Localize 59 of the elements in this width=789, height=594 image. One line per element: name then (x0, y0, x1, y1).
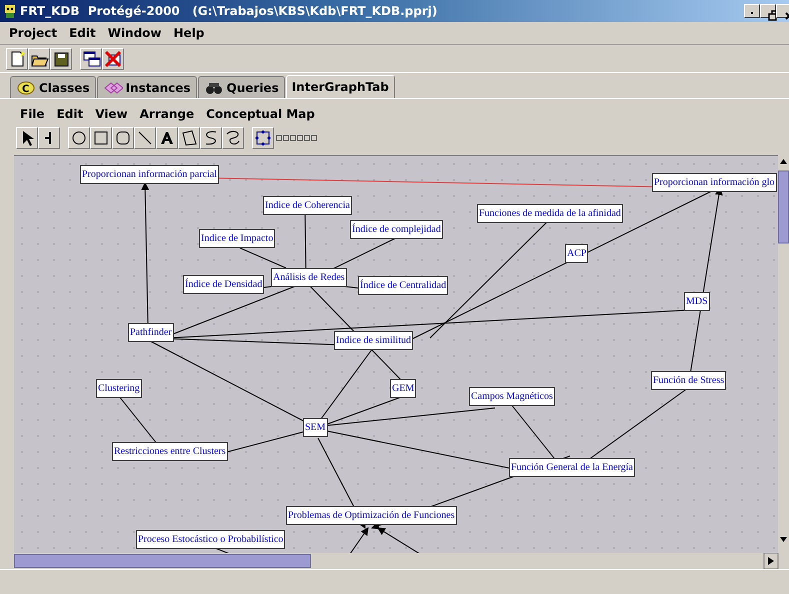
close-windows-icon[interactable] (102, 48, 124, 70)
freeform-icon[interactable] (222, 127, 244, 149)
rounded-square-icon[interactable] (112, 127, 134, 149)
curve-icon[interactable] (200, 127, 222, 149)
menu-item[interactable]: View (89, 105, 134, 123)
tab[interactable]: C Classes (10, 76, 96, 98)
tab[interactable]: InterGraphTab (286, 75, 395, 98)
minimize-button[interactable] (744, 4, 760, 18)
menu-item[interactable]: Edit (50, 105, 90, 123)
open-folder-icon[interactable] (28, 48, 50, 70)
connector-line (240, 248, 286, 268)
menu-item[interactable]: Project (3, 24, 64, 42)
concept-node[interactable]: Función de Stress (651, 371, 726, 390)
menu-item[interactable]: Window (102, 24, 168, 42)
tab[interactable]: Instances (96, 76, 197, 98)
concept-node[interactable]: SEM (303, 418, 328, 437)
app-icon (2, 3, 18, 19)
pointer-icon[interactable] (16, 127, 38, 149)
concept-node[interactable]: Índice de Densidad (183, 275, 264, 294)
selection-frame-icon[interactable] (252, 127, 274, 149)
concept-node[interactable]: Proporcionan información glo (652, 173, 777, 192)
minimize-icon (751, 12, 753, 14)
concept-node[interactable]: Pathfinder (128, 323, 174, 342)
menu-item[interactable]: Edit (63, 24, 102, 42)
concept-node[interactable]: Clustering (96, 379, 142, 398)
text-tool-icon[interactable] (156, 127, 178, 149)
concept-node[interactable]: Proceso Estocástico o Probabilístico (136, 530, 286, 549)
save-icon[interactable] (50, 48, 72, 70)
concept-node[interactable]: Índice de complejidad (350, 220, 443, 239)
concept-node[interactable]: Indice de Coherencia (263, 196, 352, 215)
window-title: FRT_KDB Protégé-2000 (G:\Trabajos\KBS\Kdb\FRT_KDB.pprj) (20, 3, 438, 20)
polygon-icon[interactable] (178, 127, 200, 149)
concept-node[interactable]: Problemas de Optimización de Funciones (286, 506, 457, 525)
new-file-icon[interactable] (6, 48, 28, 70)
concept-node[interactable]: GEM (390, 379, 416, 398)
concept-node[interactable]: Función General de la Energía (509, 458, 635, 477)
square-icon[interactable] (90, 127, 112, 149)
connector-tool-icon[interactable] (38, 127, 60, 149)
concept-node[interactable]: Indice de Impacto (199, 229, 276, 248)
concept-node[interactable]: ACP (565, 244, 588, 263)
concept-node[interactable]: Análisis de Redes (271, 268, 347, 287)
concept-node[interactable]: Restricciones entre Clusters (112, 442, 228, 461)
concept-node[interactable]: Indice de similitud (334, 331, 413, 350)
concept-node[interactable]: Índice de Centralidad (358, 276, 448, 295)
concept-node[interactable]: Proporcionan información parcial (80, 165, 219, 184)
zoom-levels-icon[interactable] (276, 135, 318, 141)
diamond-icon (102, 80, 123, 96)
menu-item[interactable]: Arrange (134, 105, 200, 123)
menu-item[interactable]: Help (168, 24, 210, 42)
concept-node[interactable]: MDS (684, 292, 710, 311)
class-icon: C (16, 80, 36, 96)
menu-item[interactable]: File (14, 105, 51, 123)
concept-node[interactable]: Funciones de medida de la afinidad (477, 204, 623, 223)
concept-node[interactable]: Campos Magnéticos (469, 387, 555, 406)
close-button[interactable] (776, 4, 789, 18)
menu-item[interactable]: Conceptual Map (200, 105, 321, 123)
tab[interactable]: Queries (198, 76, 285, 98)
restore-button[interactable] (760, 4, 776, 18)
windows-icon[interactable] (80, 48, 102, 70)
